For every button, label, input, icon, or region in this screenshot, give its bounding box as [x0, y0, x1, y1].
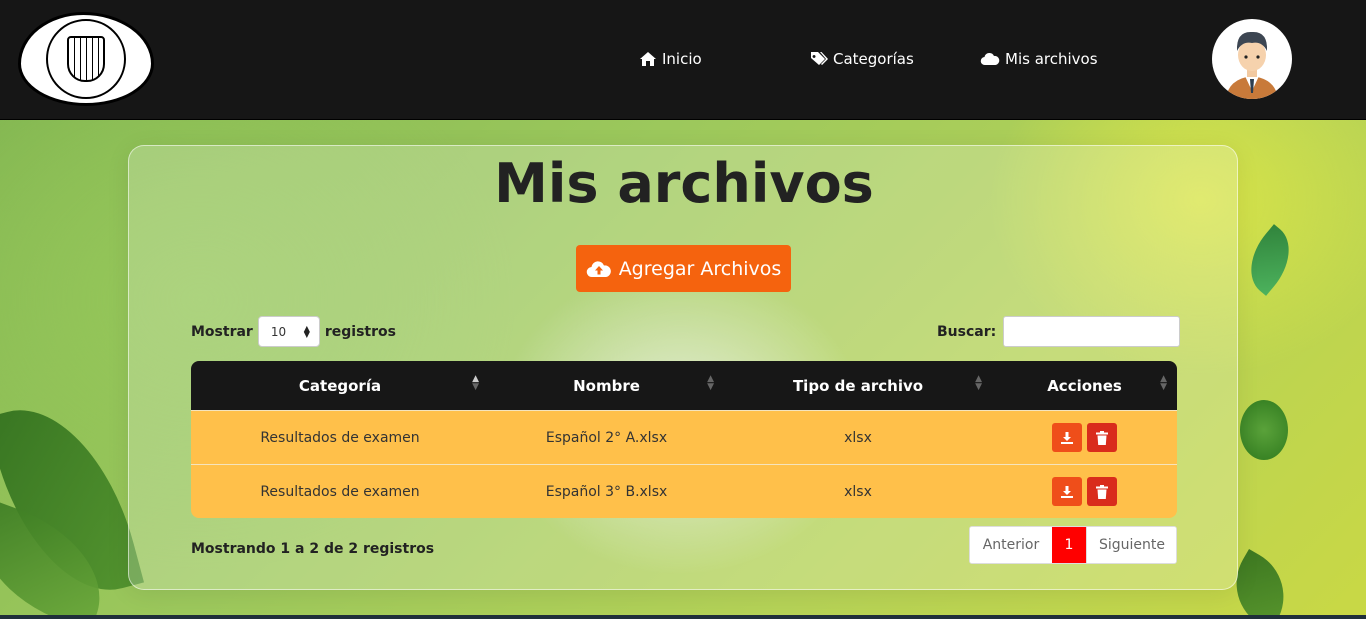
trash-icon	[1096, 484, 1108, 499]
files-panel: Mis archivos Agregar Archivos Mostrar 10…	[128, 145, 1238, 590]
school-logo[interactable]	[18, 12, 154, 106]
cell-nombre: Español 2° A.xlsx	[489, 410, 724, 464]
page-length-select[interactable]: 10 ▲ ▼	[257, 316, 320, 347]
background-pinwheel	[1235, 224, 1305, 296]
page-title: Mis archivos	[494, 152, 874, 215]
cell-categoria: Resultados de examen	[191, 410, 489, 464]
logo-seal	[46, 19, 126, 99]
delete-button[interactable]	[1087, 477, 1117, 506]
table-info: Mostrando 1 a 2 de 2 registros	[191, 541, 435, 557]
cell-categoria: Resultados de examen	[191, 464, 489, 518]
background-tree	[1240, 400, 1288, 460]
nav-label: Inicio	[662, 50, 702, 68]
download-button[interactable]	[1052, 477, 1082, 506]
delete-button[interactable]	[1087, 423, 1117, 452]
cell-tipo: xlsx	[724, 410, 992, 464]
table-header-row: Categoría ▲ ▼ Nombre ▲ ▼ Tipo de archivo ▲…	[191, 361, 1177, 410]
nav-item-categorias[interactable]: Categorías	[810, 48, 914, 70]
search-control: Buscar:	[937, 316, 1181, 347]
sort-icon: ▲ ▼	[1160, 374, 1167, 392]
page-length-control: Mostrar 10 ▲ ▼ registros	[191, 316, 396, 347]
cell-acciones	[992, 410, 1177, 464]
download-button[interactable]	[1052, 423, 1082, 452]
sort-icon: ▲ ▼	[472, 374, 479, 392]
table-row: Resultados de examen Español 2° A.xlsx x…	[191, 410, 1177, 464]
cell-tipo: xlsx	[724, 464, 992, 518]
column-label: Categoría	[298, 376, 382, 395]
table-row: Resultados de examen Español 3° B.xlsx x…	[191, 464, 1177, 518]
cloud-upload-icon	[586, 260, 611, 277]
nav-item-mis-archivos[interactable]: Mis archivos	[980, 48, 1098, 70]
search-label: Buscar:	[937, 323, 997, 340]
page-length-value: 10	[270, 324, 287, 339]
files-table: Categoría ▲ ▼ Nombre ▲ ▼ Tipo de archivo ▲…	[191, 361, 1177, 518]
col-acciones[interactable]: Acciones ▲ ▼	[992, 361, 1177, 410]
length-suffix: registros	[324, 323, 396, 340]
pagination-page-1[interactable]: 1	[1052, 527, 1086, 563]
add-files-label: Agregar Archivos	[618, 257, 782, 280]
row-actions	[1052, 477, 1117, 506]
sort-icon: ▲ ▼	[707, 374, 714, 392]
col-nombre[interactable]: Nombre ▲ ▼	[489, 361, 724, 410]
length-prefix: Mostrar	[191, 323, 253, 340]
pagination-prev-button[interactable]: Anterior	[970, 527, 1052, 563]
trash-icon	[1096, 430, 1108, 445]
cell-acciones	[992, 464, 1177, 518]
add-files-button[interactable]: Agregar Archivos	[576, 245, 791, 292]
tags-icon	[811, 52, 828, 65]
cloud-icon	[980, 52, 1000, 66]
column-label: Nombre	[573, 376, 640, 395]
download-icon	[1061, 431, 1073, 444]
row-actions	[1052, 423, 1117, 452]
home-icon	[640, 52, 656, 66]
pagination: Anterior 1 Siguiente	[969, 526, 1177, 564]
bottom-border	[0, 615, 1366, 619]
sort-icon: ▲ ▼	[975, 374, 982, 392]
col-categoria[interactable]: Categoría ▲ ▼	[191, 361, 489, 410]
logo-shield-icon	[67, 36, 105, 82]
user-avatar-icon	[1226, 31, 1278, 99]
cell-nombre: Español 3° B.xlsx	[489, 464, 724, 518]
nav-label: Categorías	[833, 50, 914, 68]
col-tipo[interactable]: Tipo de archivo ▲ ▼	[724, 361, 992, 410]
pagination-next-button[interactable]: Siguiente	[1086, 527, 1176, 563]
column-label: Tipo de archivo	[792, 376, 924, 395]
nav-label: Mis archivos	[1005, 50, 1098, 68]
select-arrows-icon: ▲ ▼	[303, 323, 310, 339]
nav-item-inicio[interactable]: Inicio	[639, 48, 702, 70]
column-label: Acciones	[1047, 376, 1122, 395]
user-avatar[interactable]	[1212, 19, 1292, 99]
search-input[interactable]	[1003, 316, 1181, 347]
download-icon	[1061, 485, 1073, 498]
top-navbar: Inicio Categorías Mis archivos	[0, 0, 1366, 120]
